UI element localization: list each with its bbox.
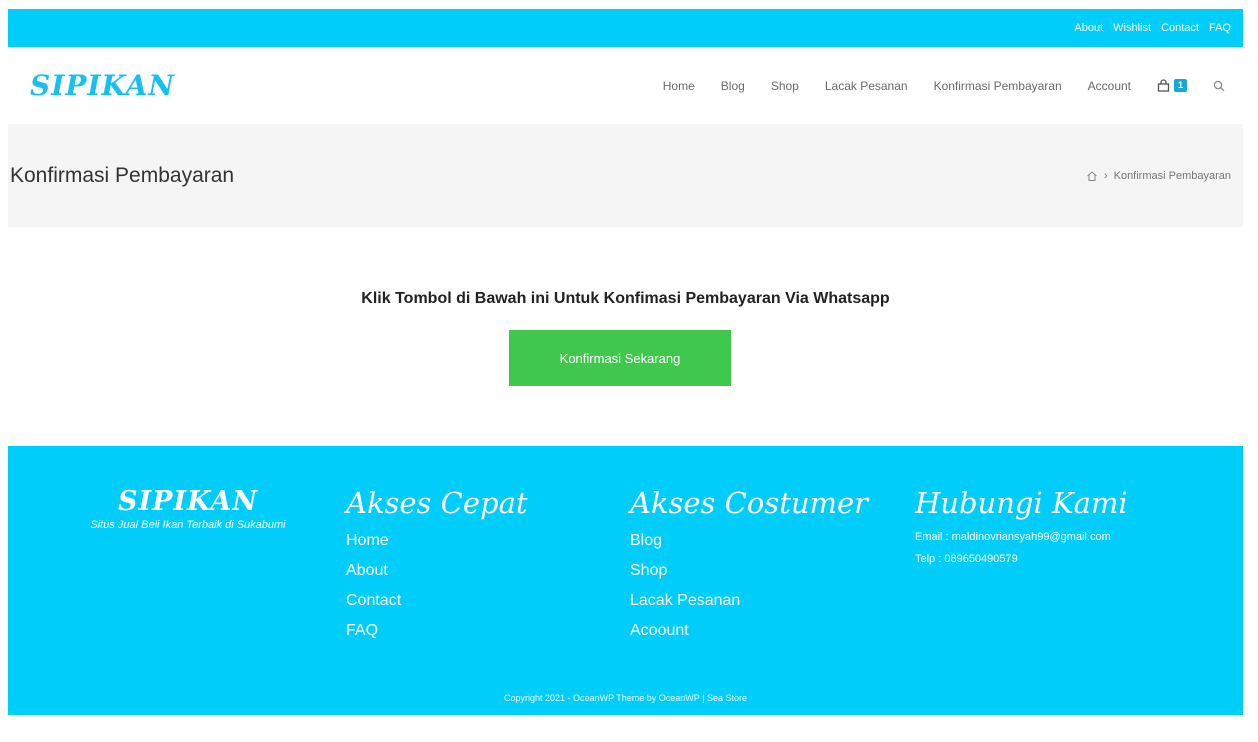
nav-item-shop[interactable]: Shop (771, 79, 799, 93)
nav-item-account[interactable]: Account (1088, 79, 1131, 93)
footer-brand: SIPIKAN Situs Jual Beli Ikan Terbaik di … (53, 486, 323, 531)
footer-akses-costumer: Akses Costumer Blog Shop Lacak Pesanan A… (630, 486, 868, 646)
breadcrumb: › Konfirmasi Pembayaran (1086, 170, 1231, 182)
footer-telp: Telp : 089650490579 (915, 553, 1018, 565)
confirmation-heading: Klik Tombol di Bawah ini Untuk Konfimasi… (361, 290, 890, 307)
breadcrumb-current: Konfirmasi Pembayaran (1113, 169, 1231, 182)
site-logo[interactable]: SIPIKAN (30, 69, 175, 102)
footer-link-home[interactable]: Home (346, 526, 528, 556)
page-title: Konfirmasi Pembayaran (10, 163, 235, 187)
footer-heading-hubungi-kami: Hubungi Kami (915, 486, 1128, 520)
nav-item-blog[interactable]: Blog (721, 79, 745, 93)
page-header: Konfirmasi Pembayaran › Konfirmasi Pemba… (8, 124, 1243, 227)
site-header: SIPIKAN Home Blog Shop Lacak Pesanan Kon… (8, 47, 1243, 124)
footer-link-about[interactable]: About (346, 556, 528, 586)
site-footer: SIPIKAN Situs Jual Beli Ikan Terbaik di … (8, 446, 1243, 715)
footer-copyright: Copyright 2021 - OceanWP Theme by OceanW… (504, 693, 747, 703)
footer-link-faq[interactable]: FAQ (346, 616, 528, 646)
footer-email: Email : maldinovriansyah99@gmail.com (915, 531, 1111, 543)
search-icon[interactable] (1213, 80, 1225, 92)
footer-akses-cepat: Akses Cepat Home About Contact FAQ (346, 486, 528, 646)
cart-button[interactable]: 1 (1157, 79, 1187, 92)
konfirmasi-sekarang-button[interactable]: Konfirmasi Sekarang (509, 330, 731, 386)
footer-tagline: Situs Jual Beli Ikan Terbaik di Sukabumi (90, 519, 286, 531)
cart-count-badge: 1 (1174, 79, 1187, 92)
shopping-bag-icon (1157, 79, 1170, 92)
main-content: Klik Tombol di Bawah ini Untuk Konfimasi… (8, 227, 1243, 446)
footer-logo: SIPIKAN (117, 486, 259, 517)
footer-link-account[interactable]: Acoount (630, 616, 868, 646)
footer-link-blog[interactable]: Blog (630, 526, 868, 556)
footer-heading-akses-costumer: Akses Costumer (630, 486, 869, 520)
nav-item-konfirmasi-pembayaran[interactable]: Konfirmasi Pembayaran (934, 79, 1062, 93)
footer-link-shop[interactable]: Shop (630, 556, 868, 586)
topbar-link-about[interactable]: About (1074, 22, 1103, 34)
home-icon[interactable] (1086, 170, 1098, 182)
breadcrumb-separator: › (1103, 169, 1108, 182)
nav-item-lacak-pesanan[interactable]: Lacak Pesanan (825, 79, 908, 93)
top-bar: About Wishlist Contact FAQ (8, 9, 1243, 47)
footer-heading-akses-cepat: Akses Cepat (346, 486, 528, 520)
topbar-link-contact[interactable]: Contact (1161, 22, 1199, 34)
footer-hubungi-kami: Hubungi Kami Email : maldinovriansyah99@… (915, 486, 1128, 570)
topbar-link-faq[interactable]: FAQ (1209, 22, 1231, 34)
page: About Wishlist Contact FAQ SIPIKAN Home … (8, 9, 1243, 715)
main-nav: Home Blog Shop Lacak Pesanan Konfirmasi … (663, 79, 1225, 93)
nav-item-home[interactable]: Home (663, 79, 695, 93)
footer-link-lacak-pesanan[interactable]: Lacak Pesanan (630, 586, 868, 616)
footer-link-contact[interactable]: Contact (346, 586, 528, 616)
topbar-link-wishlist[interactable]: Wishlist (1113, 22, 1151, 34)
